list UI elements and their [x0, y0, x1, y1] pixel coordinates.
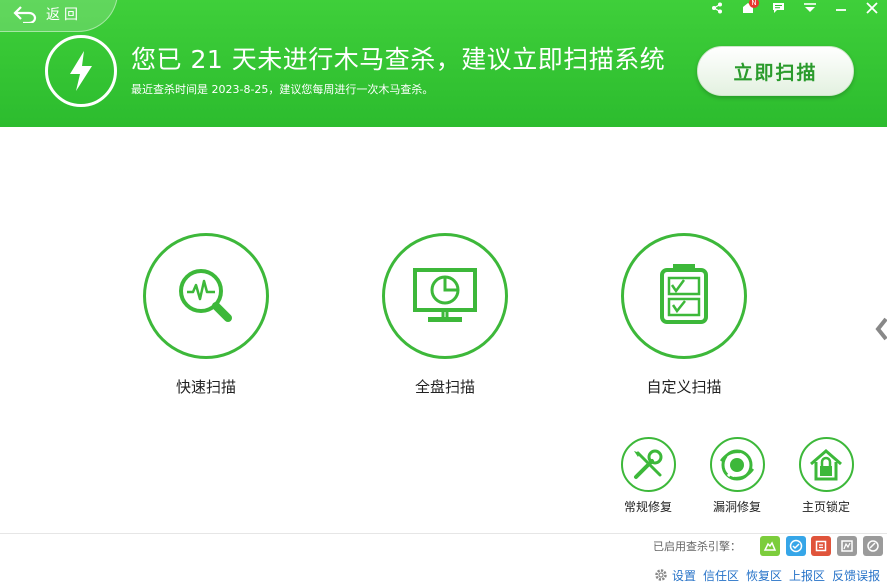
engines-label: 已启用查杀引擎：: [653, 540, 741, 553]
full-scan-label: 全盘扫描: [414, 378, 475, 396]
custom-scan-circle: [621, 233, 747, 359]
minimize-icon[interactable]: [825, 0, 856, 16]
homepage-lock-button[interactable]: 主页锁定: [791, 437, 861, 515]
chevron-left-icon: [875, 317, 887, 341]
quick-scan-label: 快速扫描: [175, 378, 236, 396]
homepage-lock-circle: [798, 437, 854, 492]
full-scan-icon: [413, 268, 477, 322]
repair-tools-icon: [634, 449, 663, 479]
report-zone-link[interactable]: 上报区: [789, 567, 825, 584]
feedback-icon[interactable]: [763, 0, 794, 16]
qex-engine-icon[interactable]: [811, 536, 831, 556]
back-label: 返回: [46, 7, 82, 23]
quick-scan-icon: [179, 269, 232, 322]
footer-divider: [0, 533, 887, 534]
new-badge: N: [749, 0, 759, 8]
vulnerability-fix-label: 漏洞修复: [712, 500, 761, 514]
quick-scan-circle: [143, 233, 269, 359]
cloud-engine-icon[interactable]: [760, 536, 780, 556]
side-panel-toggle[interactable]: [874, 314, 887, 344]
scan-now-button[interactable]: 立即扫描: [697, 46, 854, 96]
qvm-engine-icon[interactable]: [786, 536, 806, 556]
share-icon[interactable]: [701, 0, 732, 16]
custom-scan-button[interactable]: 自定义扫描: [619, 233, 749, 397]
full-scan-circle: [382, 233, 508, 359]
settings-link[interactable]: 设置: [672, 567, 696, 584]
false-positive-feedback-link[interactable]: 反馈误报: [832, 567, 880, 584]
vulnerability-fix-icon: [719, 449, 755, 480]
avira-engine-icon[interactable]: [837, 536, 857, 556]
homepage-lock-label: 主页锁定: [801, 500, 850, 514]
back-button[interactable]: 返回: [12, 3, 82, 25]
lightning-icon: [45, 35, 117, 107]
full-scan-button[interactable]: 全盘扫描: [380, 233, 510, 397]
repair-button[interactable]: 常规修复: [613, 437, 683, 515]
settings-icon[interactable]: [654, 568, 668, 582]
vulnerability-fix-circle: [709, 437, 765, 492]
last-scan-info: 最近查杀时间是 2023-8-25，建议您每周进行一次木马查杀。: [131, 83, 434, 96]
custom-scan-icon: [660, 264, 708, 324]
homepage-lock-icon: [810, 448, 842, 480]
vulnerability-fix-button[interactable]: 漏洞修复: [702, 437, 772, 515]
skin-icon[interactable]: N: [732, 0, 763, 16]
header-banner: 返回 N 您已 21 天未进行木马查杀，建议立即扫描系统 最近查杀时间是 202…: [0, 0, 887, 127]
repair-circle: [620, 437, 676, 492]
menu-icon[interactable]: [794, 0, 825, 16]
footer-links: 设置 信任区 恢复区 上报区 反馈误报: [654, 566, 880, 584]
bitdefender-engine-icon[interactable]: [863, 536, 883, 556]
trust-zone-link[interactable]: 信任区: [703, 567, 739, 584]
back-arrow-icon: [13, 6, 37, 23]
repair-label: 常规修复: [623, 500, 672, 514]
restore-zone-link[interactable]: 恢复区: [746, 567, 782, 584]
close-icon[interactable]: [856, 0, 887, 16]
quick-scan-button[interactable]: 快速扫描: [141, 233, 271, 397]
custom-scan-label: 自定义扫描: [646, 378, 722, 396]
page-title: 您已 21 天未进行木马查杀，建议立即扫描系统: [131, 45, 666, 74]
window-controls: N: [701, 0, 887, 16]
